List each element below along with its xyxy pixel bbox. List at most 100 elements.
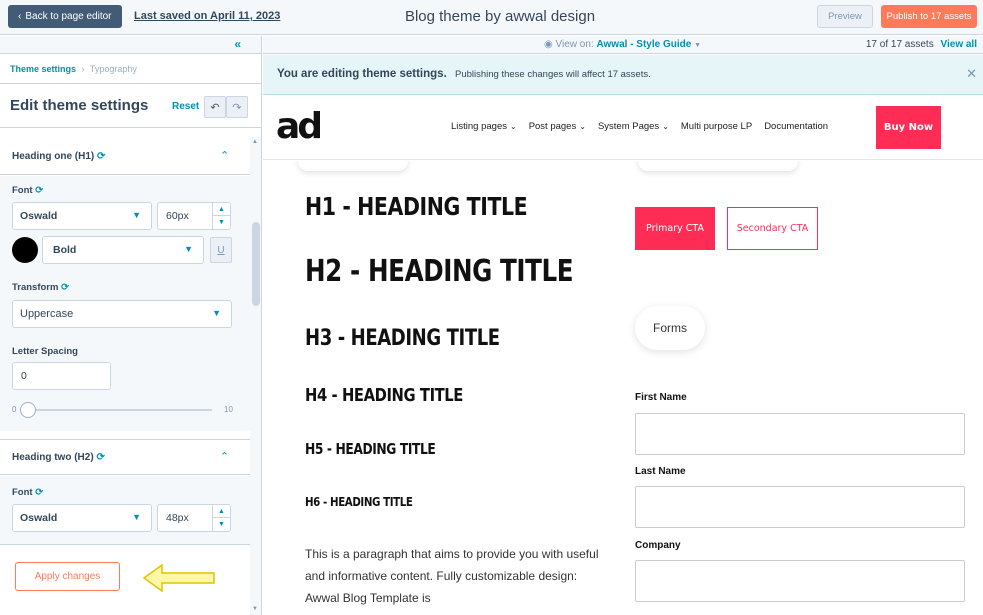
nav-item-label: Multi purpose LP [680, 121, 753, 132]
font-weight-select[interactable]: Bold ▼ [42, 236, 204, 264]
transform-select[interactable]: Uppercase ▼ [12, 300, 232, 328]
editing-notice: You are editing theme settings. Publishi… [263, 55, 983, 95]
caret-down-icon: ▼ [184, 244, 193, 254]
font-size-value: 60px [166, 210, 189, 222]
font-family-value: Oswald [20, 512, 58, 524]
sidebar-scrollbar[interactable] [250, 137, 261, 615]
company-label: Company [635, 540, 681, 551]
stepper-up-icon[interactable]: ▲ [213, 505, 230, 518]
chevron-up-icon[interactable]: ⌃ [220, 149, 229, 162]
preview-button[interactable]: Preview [817, 5, 873, 28]
sync-icon: ⟳ [96, 452, 105, 463]
chevron-down-icon: ⌄ [579, 122, 586, 131]
scroll-down-icon[interactable]: ▼ [252, 606, 258, 612]
first-name-input[interactable] [635, 413, 965, 455]
color-swatch[interactable] [12, 237, 38, 263]
font-size-value: 48px [166, 512, 189, 524]
scroll-up-icon[interactable]: ▲ [252, 139, 258, 145]
font-size-stepper[interactable]: 48px ▲ ▼ [157, 504, 231, 532]
stepper-down-icon[interactable]: ▼ [213, 518, 230, 531]
decorative-pill [638, 161, 798, 171]
site-header: ad Listing pages ⌄ Post pages ⌄ System Pages… [263, 96, 983, 160]
undo-button[interactable]: ↶ [204, 96, 226, 118]
top-bar: ‹ Back to page editor Last saved on Apri… [0, 0, 983, 35]
site-logo[interactable]: ad [276, 106, 323, 147]
preview-paragraph: This is a paragraph that aims to provide… [305, 547, 599, 605]
view-on-bar: ◉ View on: Awwal - Style Guide ▼ 17 of 1… [263, 36, 983, 54]
view-all-link[interactable]: View all [940, 39, 977, 50]
stepper-up-icon[interactable]: ▲ [213, 203, 230, 216]
view-on-prefix: View on: [555, 39, 594, 50]
view-on-select[interactable]: Awwal - Style Guide [596, 39, 691, 50]
heading-one-section-header[interactable]: Heading one (H1) ⟳ ⌃ [0, 139, 250, 175]
underline-button[interactable]: U [210, 237, 232, 263]
heading-two-label: Heading two (H2) [12, 452, 94, 463]
slider-max-label: 10 [224, 405, 233, 414]
letter-spacing-label: Letter Spacing [12, 346, 78, 357]
sync-icon: ⟳ [61, 282, 70, 293]
heading-two-section-header[interactable]: Heading two (H2) ⟳ ⌃ [0, 439, 250, 475]
preview-h4: H4 - HEADING TITLE [305, 385, 463, 406]
stepper-down-icon[interactable]: ▼ [213, 216, 230, 229]
decorative-pill [298, 161, 408, 171]
breadcrumb-typography: Typography [89, 64, 137, 74]
chevron-down-icon: ⌄ [662, 122, 669, 131]
assets-count: 17 of 17 assets [865, 39, 934, 50]
preview-h3: H3 - HEADING TITLE [305, 326, 500, 351]
letter-spacing-value: 0 [21, 370, 27, 382]
sync-icon: ⟳ [97, 151, 106, 162]
chevron-down-icon: ⌄ [509, 122, 517, 131]
sync-icon: ⟳ [35, 185, 44, 196]
preview-h1: H1 - HEADING TITLE [305, 192, 528, 221]
nav-item[interactable]: System Pages ⌄ [598, 121, 669, 132]
font-label: Font [12, 185, 33, 196]
letter-spacing-slider[interactable] [20, 409, 212, 411]
forms-pill: Forms [635, 306, 705, 350]
sidebar-scroll-thumb[interactable] [252, 222, 260, 306]
nav-item[interactable]: Multi purpose LP [681, 121, 752, 132]
company-input[interactable] [635, 560, 965, 602]
secondary-cta-button[interactable]: Secondary CTA [727, 207, 818, 250]
font-size-stepper[interactable]: 60px ▲ ▼ [157, 202, 231, 230]
caret-down-icon: ▼ [132, 512, 141, 522]
font-weight-value: Bold [53, 244, 77, 256]
edit-header: Edit theme settings Reset ↶ ↷ [0, 84, 261, 128]
font-family-select[interactable]: Oswald ▼ [12, 202, 152, 230]
font-family-select[interactable]: Oswald ▼ [12, 504, 152, 532]
caret-down-icon: ▼ [694, 42, 702, 49]
slider-thumb[interactable] [20, 402, 36, 418]
heading-two-panel: Font ⟳ Oswald ▼ 48px ▲ ▼ [0, 476, 250, 546]
redo-button[interactable]: ↷ [226, 96, 248, 118]
apply-changes-button[interactable]: Apply changes [15, 562, 120, 591]
chevron-up-icon[interactable]: ⌃ [220, 450, 229, 463]
preview-h5: H5 - HEADING TITLE [305, 440, 436, 458]
last-name-input[interactable] [635, 486, 965, 528]
font-label: Font [12, 487, 33, 498]
site-nav: Listing pages ⌄ Post pages ⌄ System Pages ⌄ Mu… [451, 121, 828, 132]
notice-strong: You are editing theme settings. [277, 68, 447, 80]
undo-icon: ↶ [210, 101, 220, 114]
nav-item[interactable]: Documentation [764, 121, 828, 132]
preview-h2: H2 - HEADING TITLE [305, 254, 574, 289]
nav-item[interactable]: Post pages ⌄ [529, 121, 586, 132]
caret-down-icon: ▼ [212, 308, 221, 318]
sidebar-title: Edit theme settings [10, 97, 149, 114]
nav-item-label: Documentation [764, 121, 829, 132]
letter-spacing-input[interactable]: 0 [12, 362, 111, 390]
publish-button[interactable]: Publish to 17 assets [881, 5, 977, 28]
collapse-row: « [0, 36, 261, 54]
reset-button[interactable]: Reset [172, 101, 199, 112]
primary-cta-button[interactable]: Primary CTA [635, 207, 715, 250]
breadcrumb-theme-settings[interactable]: Theme settings [10, 64, 76, 74]
font-family-value: Oswald [20, 210, 58, 222]
eye-icon: ◉ [544, 39, 553, 50]
heading-one-label: Heading one (H1) [12, 151, 95, 162]
close-icon[interactable]: ✕ [966, 66, 977, 82]
sync-icon: ⟳ [35, 487, 44, 498]
slider-min-label: 0 [12, 405, 17, 414]
breadcrumb: Theme settings › Typography [0, 54, 261, 84]
collapse-sidebar-icon[interactable]: « [234, 37, 241, 51]
nav-item[interactable]: Listing pages ⌄ [451, 121, 517, 132]
buy-now-button[interactable]: Buy Now [876, 106, 941, 149]
nav-item-label: System Pages [597, 121, 660, 132]
